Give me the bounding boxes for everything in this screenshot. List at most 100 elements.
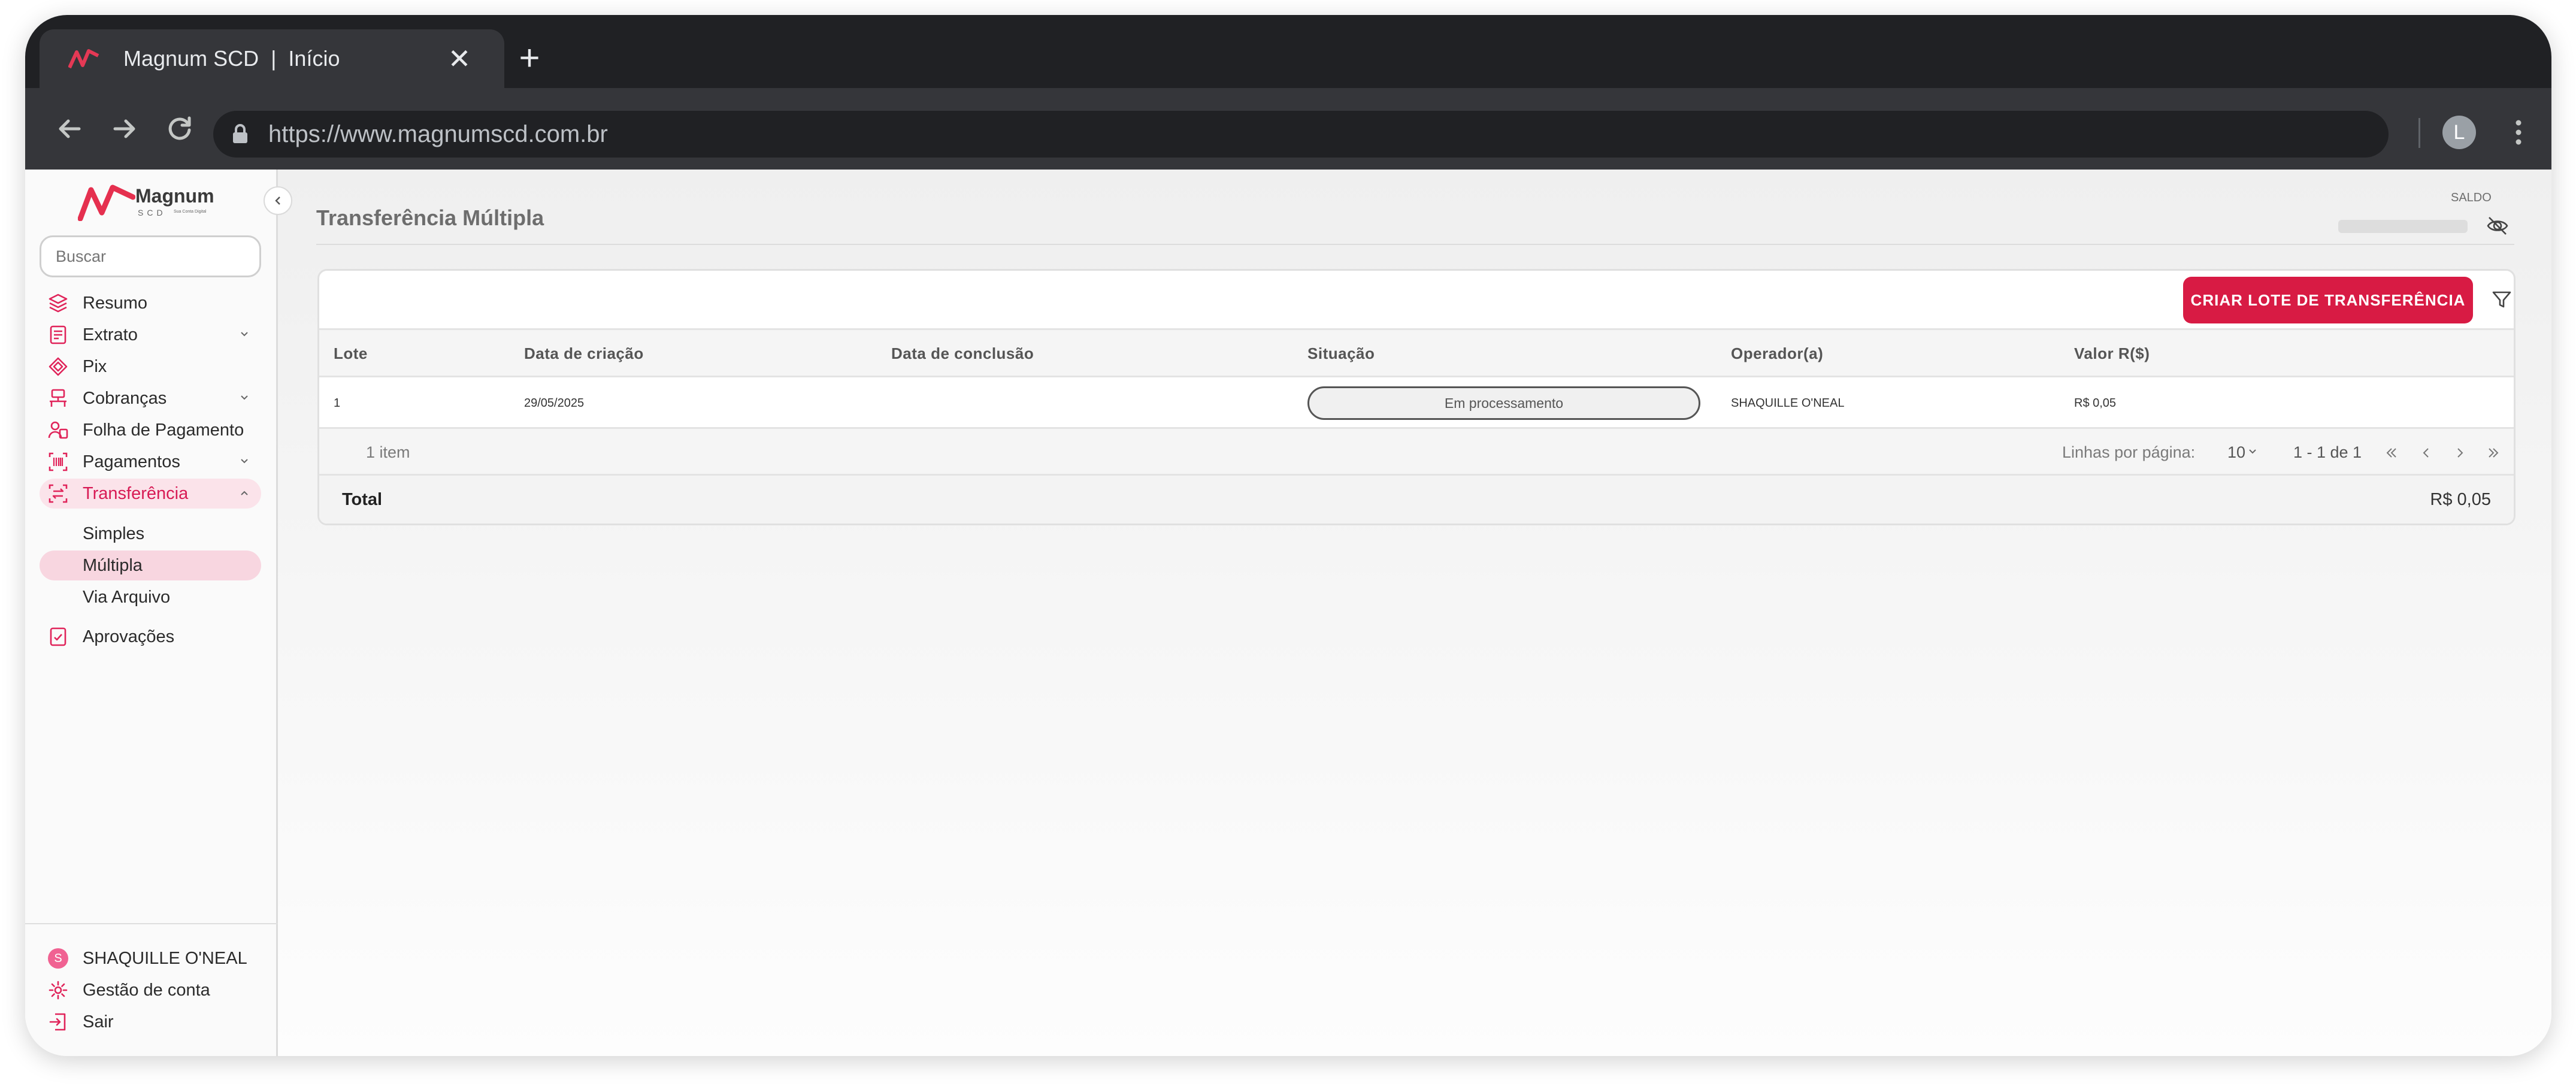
sidebar-item-pagamentos[interactable]: Pagamentos [40, 447, 261, 477]
cell-operador: SHAQUILLE O'NEAL [1731, 397, 1845, 410]
billing-icon [50, 389, 66, 407]
sidebar-collapse-button[interactable] [264, 186, 292, 215]
statement-icon [50, 325, 66, 344]
sidebar-subitem-label: Simples [83, 524, 145, 543]
sidebar-subitem-via-arquivo[interactable]: Via Arquivo [40, 582, 261, 612]
first-page-icon[interactable] [2384, 446, 2399, 460]
transfer-icon [49, 484, 68, 503]
sidebar-item-label: Folha de Pagamento [83, 421, 244, 440]
toolbar-divider [2418, 118, 2420, 148]
title-divider [316, 244, 2514, 245]
rows-per-page-select[interactable]: 10 [2227, 429, 2245, 476]
lock-icon [233, 124, 247, 143]
chevron-down-icon [241, 332, 248, 337]
column-header-data-criacao[interactable]: Data de criação [524, 330, 644, 377]
item-count: 1 item [366, 443, 410, 461]
column-header-lote[interactable]: Lote [334, 330, 368, 377]
last-page-icon[interactable] [2486, 446, 2501, 460]
sidebar-subitem-label: Múltipla [83, 556, 143, 575]
layers-icon [49, 294, 68, 313]
sidebar-item-label: Resumo [83, 294, 147, 313]
account-settings-link[interactable]: Gestão de conta [40, 975, 261, 1005]
sidebar-item-aprovacoes[interactable]: Aprovações [40, 622, 261, 652]
user-avatar: S [48, 948, 68, 969]
logout-label: Sair [83, 1012, 114, 1031]
chevron-left-icon [275, 196, 280, 205]
chevron-down-icon [2249, 449, 2256, 454]
next-page-icon[interactable] [2453, 446, 2467, 460]
profile-avatar[interactable]: L [2442, 116, 2476, 149]
url-text: https://www.magnumscd.com.br [268, 121, 608, 147]
balance-hidden-placeholder [2338, 220, 2468, 233]
browser-tab[interactable]: Magnum SCD | Início ✕ [40, 29, 504, 88]
table-pagination: 1 item Linhas por página: 10 1 - 1 de 1 [319, 429, 2514, 476]
sidebar-item-transferencia[interactable]: Transferência [40, 479, 261, 509]
sidebar-item-folha-de-pagamento[interactable]: Folha de Pagamento [40, 415, 261, 445]
search-input[interactable] [40, 235, 261, 277]
logo-tagline: Sua Conta Digital [174, 210, 207, 214]
previous-page-icon[interactable] [2419, 446, 2433, 460]
sidebar: Magnum SCD Sua Conta Digital Resumo Extr… [25, 170, 278, 1056]
transfers-card: CRIAR LOTE DE TRANSFERÊNCIA Lote Data de… [317, 269, 2516, 525]
column-header-data-conclusao[interactable]: Data de conclusão [891, 330, 1034, 377]
payroll-icon [48, 421, 68, 439]
sidebar-item-label: Cobranças [83, 389, 167, 408]
app-root: Magnum SCD Sua Conta Digital Resumo Extr… [25, 170, 2551, 1056]
tab-title: Magnum SCD | Início [123, 46, 340, 71]
table-row[interactable]: 1 29/05/2025 Em processamento SHAQUILLE … [319, 377, 2514, 429]
balance-label: SALDO [2451, 191, 2492, 204]
browser-menu-icon[interactable] [2510, 114, 2527, 150]
sidebar-item-label: Transferência [83, 484, 189, 503]
sidebar-item-extrato[interactable]: Extrato [40, 320, 261, 350]
sidebar-footer-divider [25, 923, 278, 924]
magnum-logo[interactable]: Magnum SCD Sua Conta Digital [78, 182, 222, 223]
total-value: R$ 0,05 [2430, 490, 2491, 509]
sidebar-item-label: Pagamentos [83, 452, 180, 471]
close-tab-icon[interactable]: ✕ [444, 44, 474, 74]
sidebar-item-label: Pix [83, 357, 107, 376]
cell-lote: 1 [334, 397, 341, 410]
sidebar-item-label: Aprovações [83, 627, 175, 646]
browser-toolbar: https://www.magnumscd.com.br L [25, 88, 2551, 170]
total-label: Total [342, 490, 383, 509]
chevron-up-icon [241, 491, 248, 495]
reload-icon[interactable] [162, 111, 198, 147]
status-badge: Em processamento [1307, 386, 1700, 420]
logout-icon [49, 1013, 66, 1031]
table-header: Lote Data de criação Data de conclusão S… [319, 328, 2514, 377]
sidebar-item-label: Extrato [83, 325, 138, 344]
sidebar-item-resumo[interactable]: Resumo [40, 288, 261, 318]
logout-link[interactable]: Sair [40, 1007, 261, 1037]
column-header-valor[interactable]: Valor R($) [2074, 330, 2150, 377]
logo-text: Magnum [135, 185, 214, 207]
chevron-down-icon [241, 395, 248, 400]
magnum-favicon-icon [68, 49, 99, 69]
eye-off-icon[interactable] [2486, 214, 2510, 238]
column-header-operador[interactable]: Operador(a) [1731, 330, 1823, 377]
barcode-icon [49, 452, 68, 471]
pix-icon [49, 357, 68, 376]
rows-per-page-label: Linhas por página: [2062, 443, 2196, 461]
new-tab-icon[interactable]: + [511, 40, 547, 77]
user-menu[interactable]: S SHAQUILLE O'NEAL [40, 943, 261, 973]
chevron-down-icon [241, 459, 248, 464]
page-range: 1 - 1 de 1 [2293, 443, 2362, 461]
approval-icon [50, 627, 66, 646]
cell-valor: R$ 0,05 [2074, 397, 2117, 410]
browser-tab-bar: Magnum SCD | Início ✕ + [25, 15, 2551, 88]
create-transfer-batch-button[interactable]: CRIAR LOTE DE TRANSFERÊNCIA [2183, 277, 2473, 323]
account-settings-label: Gestão de conta [83, 981, 210, 1000]
back-arrow-icon[interactable] [52, 111, 87, 147]
magnum-logo-mark-icon [78, 184, 135, 221]
sidebar-item-pix[interactable]: Pix [40, 352, 261, 382]
sidebar-subitem-multipla[interactable]: Múltipla [40, 550, 261, 580]
sidebar-item-cobrancas[interactable]: Cobranças [40, 383, 261, 413]
filter-icon[interactable] [2490, 288, 2514, 311]
user-name: SHAQUILLE O'NEAL [83, 949, 247, 968]
column-header-situacao[interactable]: Situação [1307, 330, 1375, 377]
forward-arrow-icon[interactable] [107, 111, 143, 147]
sidebar-subitem-simples[interactable]: Simples [40, 519, 261, 549]
page-title: Transferência Múltipla [316, 205, 544, 230]
cell-data-criacao: 29/05/2025 [524, 397, 585, 410]
address-bar[interactable]: https://www.magnumscd.com.br [213, 111, 2389, 158]
